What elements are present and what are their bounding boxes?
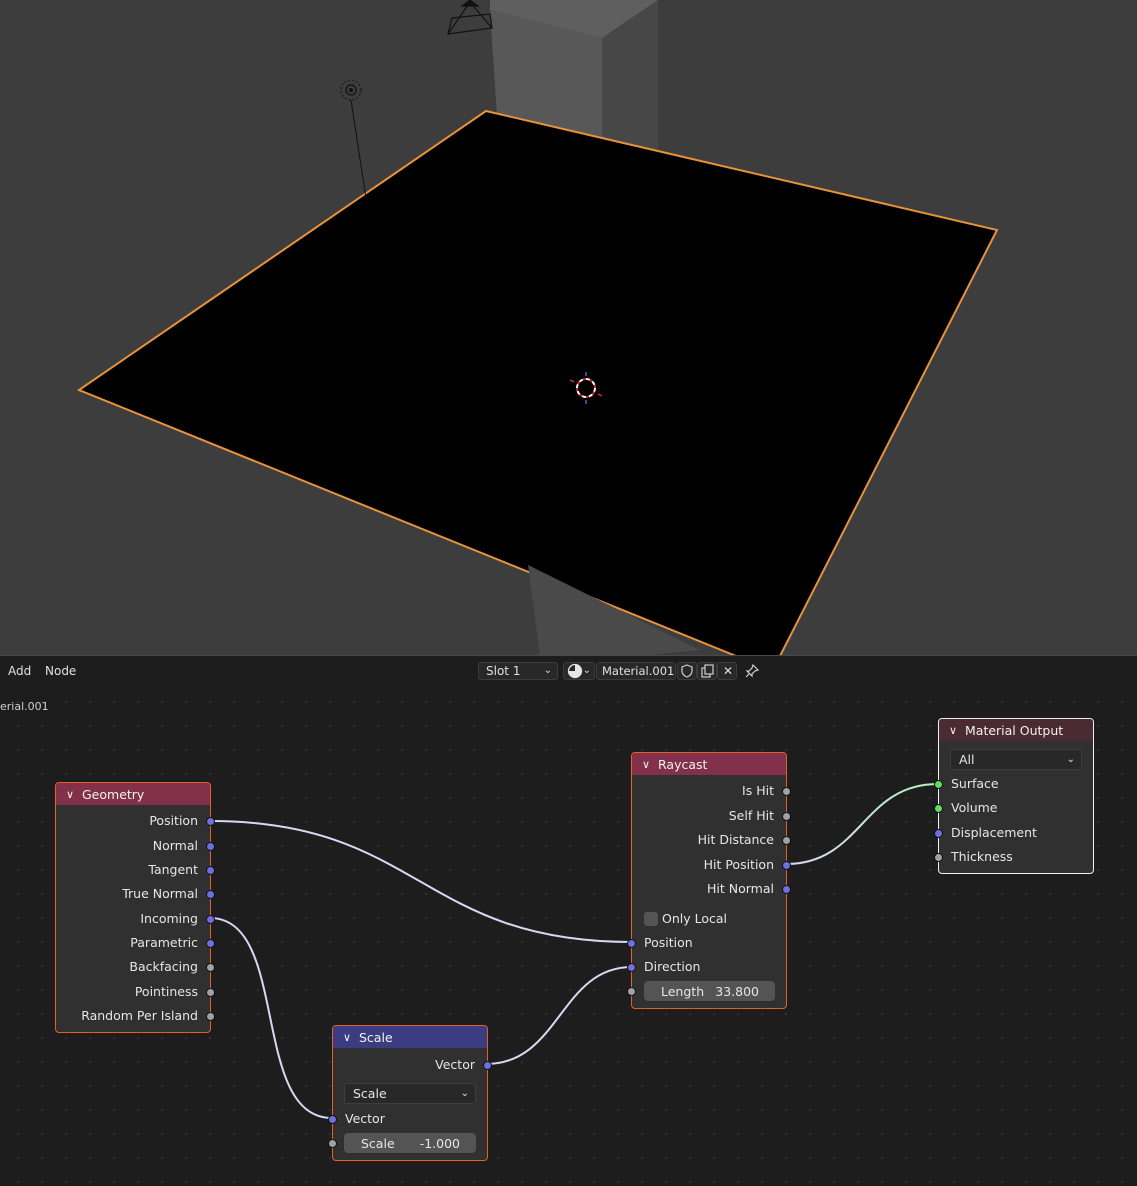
socket-hit-distance[interactable] <box>782 836 791 845</box>
scale-label: Scale <box>361 1136 395 1151</box>
socket-self-hit[interactable] <box>782 812 791 821</box>
socket-tangent[interactable] <box>206 866 215 875</box>
raycast-node[interactable]: ∨ Raycast Is Hit Self Hit Hit Distance H… <box>627 752 791 1009</box>
scale-input-vector: Vector <box>345 1111 385 1126</box>
raycast-output-hit-distance: Hit Distance <box>697 832 774 847</box>
link-incoming-to-scale <box>209 917 333 1119</box>
scale-operation-value: Scale <box>353 1086 387 1101</box>
scale-output-vector: Vector <box>435 1057 475 1072</box>
material-output-input-surface: Surface <box>951 776 999 791</box>
output-target-value: All <box>959 752 975 767</box>
scale-value: -1.000 <box>419 1136 460 1151</box>
scale-node-title: Scale <box>359 1029 393 1045</box>
raycast-input-direction: Direction <box>644 959 701 974</box>
socket-is-hit[interactable] <box>782 787 791 796</box>
socket-pointiness[interactable] <box>206 988 215 997</box>
chevron-down-icon[interactable]: ∨ <box>66 788 74 801</box>
socket-raycast-length[interactable] <box>627 987 636 996</box>
scale-node-header[interactable]: ∨ Scale <box>333 1026 487 1048</box>
socket-scale-input-scale[interactable] <box>328 1139 337 1148</box>
length-value: 33.800 <box>715 984 759 999</box>
length-field[interactable]: Length 33.800 <box>644 981 775 1001</box>
socket-scale-output-vector[interactable] <box>483 1061 492 1070</box>
camera-object[interactable] <box>447 0 493 35</box>
only-local-label: Only Local <box>662 911 728 926</box>
socket-surface[interactable] <box>934 780 943 789</box>
material-output-input-volume: Volume <box>951 800 998 815</box>
socket-random-per-island[interactable] <box>206 1012 215 1021</box>
geometry-output-incoming: Incoming <box>140 911 198 926</box>
socket-true-normal[interactable] <box>206 890 215 899</box>
chevron-down-icon[interactable]: ∨ <box>949 724 957 737</box>
geometry-output-true-normal: True Normal <box>122 886 198 901</box>
shader-node-editor[interactable]: Add Node Slot 1 ⌄ ⌄ Material.001 ✕ erial… <box>0 656 1137 1186</box>
socket-thickness[interactable] <box>934 853 943 862</box>
chevron-down-icon: ⌄ <box>1066 754 1075 765</box>
geometry-node-title: Geometry <box>82 786 145 802</box>
geometry-output-tangent: Tangent <box>148 862 198 877</box>
scale-operation-dropdown[interactable]: Scale ⌄ <box>344 1083 476 1104</box>
socket-parametric[interactable] <box>206 939 215 948</box>
socket-incoming[interactable] <box>206 915 215 924</box>
geometry-output-normal: Normal <box>152 838 198 853</box>
socket-hit-position[interactable] <box>782 861 791 870</box>
socket-hit-normal[interactable] <box>782 885 791 894</box>
socket-displacement[interactable] <box>934 829 943 838</box>
light-object[interactable] <box>340 79 367 199</box>
raycast-input-position: Position <box>644 935 693 950</box>
raycast-output-hit-normal: Hit Normal <box>707 881 774 896</box>
material-output-node-title: Material Output <box>965 722 1064 738</box>
output-target-dropdown[interactable]: All ⌄ <box>950 749 1082 770</box>
3d-viewport[interactable] <box>0 0 1137 656</box>
geometry-output-random-per-island: Random Per Island <box>81 1008 198 1023</box>
chevron-down-icon: ⌄ <box>460 1088 469 1099</box>
geometry-output-parametric: Parametric <box>130 935 198 950</box>
geometry-node-header[interactable]: ∨ Geometry <box>56 783 210 805</box>
raycast-node-header[interactable]: ∨ Raycast <box>632 753 786 775</box>
chevron-down-icon[interactable]: ∨ <box>642 758 650 771</box>
socket-scale-input-vector[interactable] <box>328 1115 337 1124</box>
socket-volume[interactable] <box>934 804 943 813</box>
chevron-down-icon[interactable]: ∨ <box>343 1031 351 1044</box>
socket-raycast-direction[interactable] <box>627 963 636 972</box>
socket-normal[interactable] <box>206 842 215 851</box>
only-local-checkbox[interactable] <box>644 912 658 926</box>
scale-node[interactable]: ∨ Scale Vector Scale ⌄ Vector Scale -1.0… <box>328 1025 492 1161</box>
material-output-input-thickness: Thickness <box>951 849 1013 864</box>
geometry-output-position: Position <box>149 813 198 828</box>
raycast-output-self-hit: Self Hit <box>728 808 774 823</box>
viewport-scene <box>76 0 999 656</box>
socket-raycast-position[interactable] <box>627 939 636 948</box>
raycast-output-hit-position: Hit Position <box>703 857 774 872</box>
link-position-to-raycast <box>209 820 633 943</box>
socket-backfacing[interactable] <box>206 963 215 972</box>
scale-value-field[interactable]: Scale -1.000 <box>344 1133 476 1153</box>
raycast-node-title: Raycast <box>658 756 708 772</box>
geometry-output-backfacing: Backfacing <box>129 959 198 974</box>
geometry-output-pointiness: Pointiness <box>134 984 198 999</box>
material-output-node-header[interactable]: ∨ Material Output <box>939 719 1093 741</box>
link-scale-to-direction <box>485 966 633 1065</box>
material-output-input-displacement: Displacement <box>951 825 1037 840</box>
material-output-node[interactable]: ∨ Material Output All ⌄ Surface Volume D… <box>934 718 1094 874</box>
link-hitposition-to-surface <box>785 783 939 865</box>
geometry-node[interactable]: ∨ Geometry Position Normal Tangent True … <box>55 782 215 1033</box>
socket-position[interactable] <box>206 817 215 826</box>
length-label: Length <box>661 984 705 999</box>
raycast-output-is-hit: Is Hit <box>742 783 774 798</box>
